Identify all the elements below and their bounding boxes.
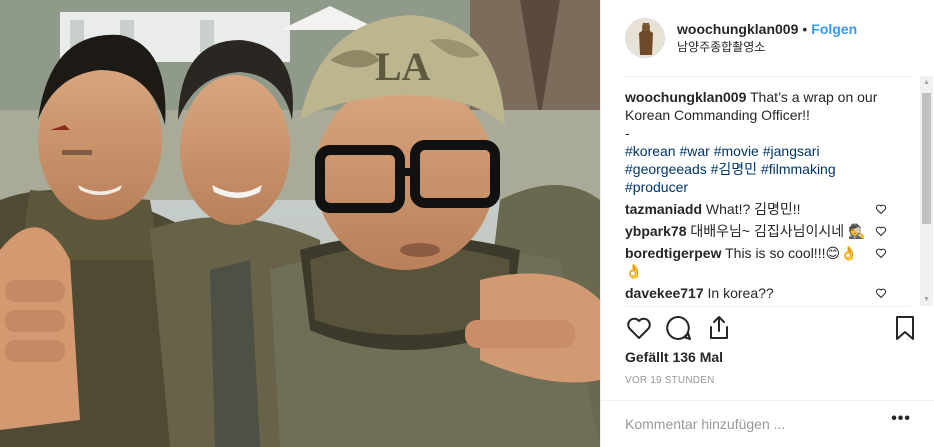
location-link[interactable]: 남양주종합촬영소 (677, 38, 857, 56)
comments-scrollbar[interactable]: ▲ ▼ (918, 76, 934, 306)
post-timestamp: VOR 19 STUNDEN (625, 375, 715, 386)
likes-count[interactable]: Gefällt 136 Mal (625, 349, 723, 365)
comments-divider (625, 306, 911, 307)
comment-heart-icon[interactable] (875, 247, 887, 259)
avatar-image (626, 19, 664, 57)
bookmark-icon[interactable] (891, 314, 919, 342)
comment-item: boredtigerpew This is so cool!!!😊👌👌 (625, 244, 895, 280)
comment-text: 대배우님~ 김집사님이시네 🕵 (690, 223, 866, 239)
username-link[interactable]: woochungklan009 (677, 20, 798, 38)
post-photo-image: LA (0, 0, 600, 447)
caption-hashtags[interactable]: #korean #war #movie #jangsari #georgeead… (625, 142, 895, 196)
heart-icon[interactable] (625, 314, 653, 342)
action-bar (625, 314, 915, 346)
header-divider (625, 76, 911, 77)
comment-input[interactable] (625, 413, 865, 435)
caption: woochungklan009 That’s a wrap on our Kor… (625, 88, 895, 196)
header-text: woochungklan009 • Folgen 남양주종합촬영소 (677, 20, 857, 56)
add-comment-section: ••• (601, 400, 934, 447)
comments-list[interactable]: woochungklan009 That’s a wrap on our Kor… (625, 88, 915, 304)
follow-button[interactable]: Folgen (811, 20, 857, 38)
comment-heart-icon[interactable] (875, 225, 887, 237)
post-photo[interactable]: LA (0, 0, 600, 447)
comment-item: ybpark78 대배우님~ 김집사님이시네 🕵 (625, 222, 895, 240)
comment-username[interactable]: ybpark78 (625, 223, 686, 239)
caption-dash: - (625, 125, 630, 141)
separator-dot: • (802, 21, 808, 37)
comment-item: davekee717 In korea?? (625, 284, 895, 302)
comment-username[interactable]: boredtigerpew (625, 245, 721, 261)
comment-item: tazmaniadd What!? 김명민!! (625, 200, 895, 218)
caption-username[interactable]: woochungklan009 (625, 89, 746, 105)
instagram-post: LA woochungklan009 • Folgen 남양주종합촬영소 woo… (0, 0, 934, 447)
scrollbar-thumb[interactable] (922, 93, 931, 224)
comment-bubble-icon[interactable] (665, 314, 693, 342)
post-header: woochungklan009 • Folgen 남양주종합촬영소 (601, 0, 934, 76)
scroll-down-arrow-icon[interactable]: ▼ (920, 293, 933, 306)
comment-username[interactable]: tazmaniadd (625, 201, 702, 217)
comment-text: What!? 김명민!! (705, 201, 801, 217)
avatar[interactable] (625, 18, 665, 58)
scroll-up-arrow-icon[interactable]: ▲ (920, 76, 933, 89)
comment-heart-icon[interactable] (875, 203, 887, 215)
comment-text: In korea?? (707, 285, 774, 301)
more-options-button[interactable]: ••• (891, 410, 911, 428)
header-row: woochungklan009 • Folgen (677, 20, 857, 38)
comment-username[interactable]: davekee717 (625, 285, 704, 301)
share-icon[interactable] (705, 314, 733, 342)
comment-heart-icon[interactable] (875, 287, 887, 299)
svg-text:LA: LA (375, 44, 431, 89)
post-sidebar: woochungklan009 • Folgen 남양주종합촬영소 woochu… (600, 0, 934, 447)
